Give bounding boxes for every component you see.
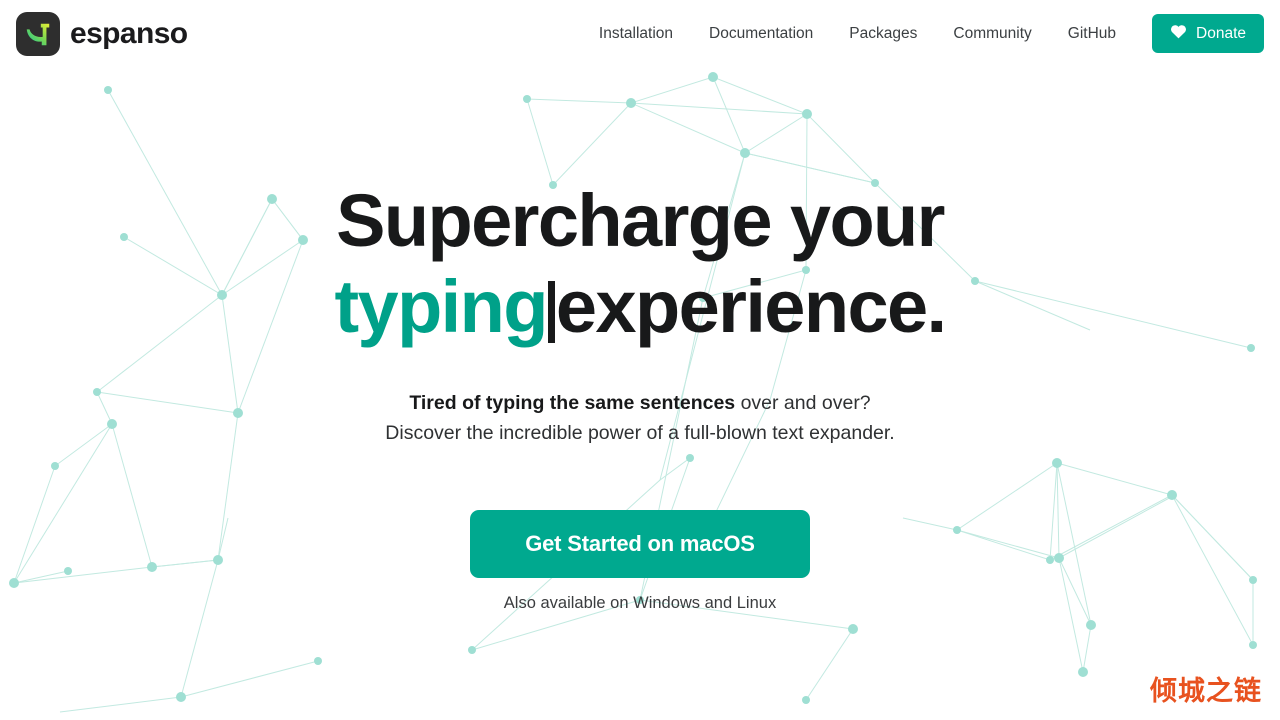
brand-logo-link[interactable]: espanso [16,11,188,56]
donate-button[interactable]: Donate [1152,14,1264,53]
get-started-button[interactable]: Get Started on macOS [470,509,810,578]
nav-item-installation[interactable]: Installation [581,17,691,51]
donate-button-label: Donate [1196,24,1246,42]
hero-section: Supercharge your typing experience. Tired… [0,0,1280,720]
nav-item-github[interactable]: GitHub [1050,17,1134,51]
subtitle-strong: Tired of typing the same sentences [409,391,736,414]
site-header: espanso Installation Documentation Packa… [0,0,1280,67]
subtitle-rest: over and over? [735,391,871,414]
subtitle-line-2: Discover the incredible power of a full-… [385,421,895,444]
espanso-bird-logo-icon [16,11,60,56]
text-caret-icon [547,280,555,343]
headline-line-1: Supercharge your [336,179,945,262]
cta-availability-note: Also available on Windows and Linux [503,593,777,612]
headline-accent-word: typing [334,264,548,348]
heart-icon [1170,23,1187,44]
brand-name: espanso [70,16,188,50]
nav-item-community[interactable]: Community [935,17,1049,51]
nav-item-documentation[interactable]: Documentation [691,17,831,51]
main-navigation: Installation Documentation Packages Comm… [581,14,1280,53]
nav-item-packages[interactable]: Packages [831,17,935,51]
headline-rest: experience. [555,264,947,348]
hero-subtitle: Tired of typing the same sentences over … [385,388,894,448]
watermark: 倾城之链 [1150,676,1262,707]
